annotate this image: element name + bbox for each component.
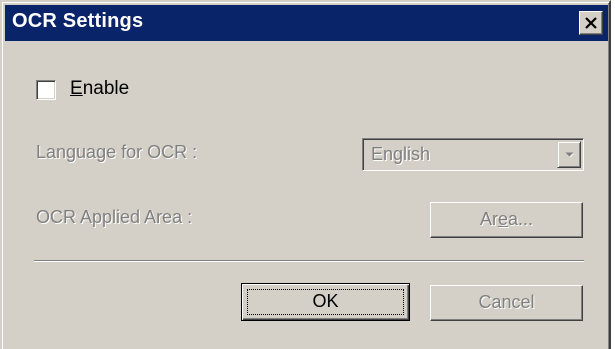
cancel-button-label: Cancel	[478, 292, 535, 312]
language-dropdown-button[interactable]	[557, 141, 581, 168]
enable-checkbox[interactable]	[36, 80, 56, 100]
separator	[34, 260, 584, 262]
area-label: OCR Applied Area :	[36, 207, 193, 227]
cancel-button[interactable]: Cancel	[430, 285, 583, 321]
enable-label[interactable]: Enable	[70, 78, 129, 100]
focus-rectangle	[247, 289, 404, 315]
language-select[interactable]: English	[362, 138, 584, 171]
ocr-settings-dialog: OCR Settings Enable Language for OCR : E…	[0, 0, 611, 349]
close-icon	[585, 17, 597, 29]
dialog-title: OCR Settings	[12, 10, 144, 32]
area-button[interactable]: Area...	[430, 202, 583, 238]
chevron-down-icon	[565, 152, 575, 158]
language-label: Language for OCR :	[36, 142, 198, 162]
language-select-value: English	[371, 144, 431, 164]
ok-button[interactable]: OK	[241, 283, 410, 321]
close-button[interactable]	[579, 11, 603, 35]
title-bar: OCR Settings	[5, 5, 608, 41]
